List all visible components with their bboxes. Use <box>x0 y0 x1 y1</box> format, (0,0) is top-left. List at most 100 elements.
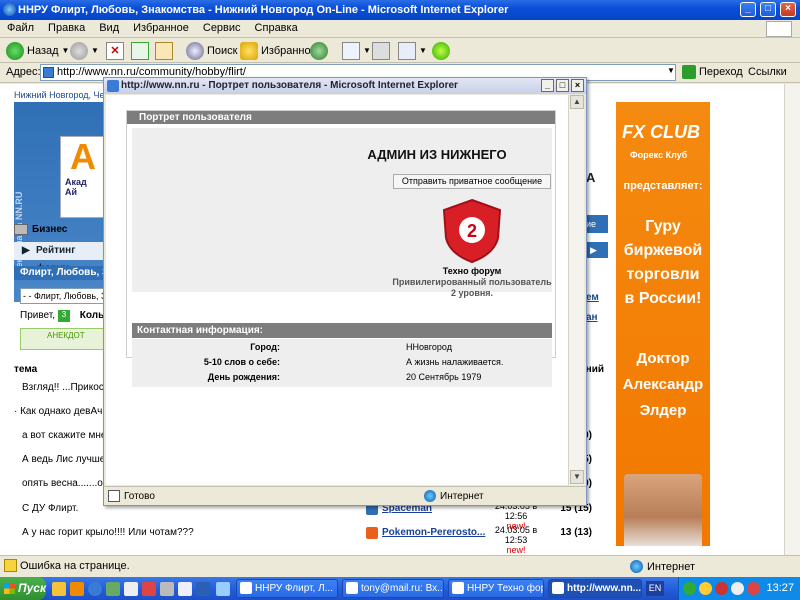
quicklaunch-ie-icon[interactable] <box>88 582 102 596</box>
popup-scrollbar[interactable]: ▲ ▼ <box>568 95 584 485</box>
fx-line-3: торговли <box>626 266 700 283</box>
quicklaunch-app-icon[interactable] <box>142 582 156 596</box>
back-button[interactable]: Назад ▼ <box>6 40 69 61</box>
site-location-link[interactable]: Нижний Новгород, Чет <box>14 90 108 100</box>
favorites-button[interactable]: Избранное <box>240 40 317 61</box>
quicklaunch-desktop-icon[interactable] <box>124 582 138 596</box>
portrait-photo <box>624 474 702 546</box>
ie-icon <box>3 3 16 16</box>
search-icon <box>186 41 204 60</box>
topic-title[interactable]: · Как однако девАч <box>14 406 102 417</box>
portrait-panel: Портрет пользователя АДМИН ИЗ НИЖНЕГО От… <box>126 110 556 387</box>
topic-title[interactable]: а вот скажите мне <box>22 430 106 441</box>
section-select[interactable]: - - Флирт, Любовь, З <box>20 288 104 304</box>
quicklaunch-word-icon[interactable] <box>196 582 210 596</box>
rank-shield-icon: 2 <box>442 198 502 264</box>
chevron-down-icon[interactable]: ▼ <box>419 46 427 55</box>
tray-antivirus-icon[interactable] <box>715 582 728 595</box>
messenger-button[interactable] <box>432 40 450 61</box>
warning-icon[interactable] <box>4 559 17 572</box>
home-button[interactable] <box>155 40 173 61</box>
mail-button[interactable]: ▼ <box>342 40 371 61</box>
task-button[interactable]: tony@mail.ru: Вх... <box>342 579 444 598</box>
popup-close-button[interactable]: × <box>571 79 584 92</box>
tray-volume-icon[interactable] <box>731 582 744 595</box>
topic-title[interactable]: А у нас горит крыло!!!! Или чотам??? <box>22 527 194 538</box>
start-button[interactable]: Пуск <box>0 577 46 600</box>
academy-text-1: Акад <box>65 177 87 187</box>
links-button[interactable]: Ссылки <box>748 66 787 78</box>
forward-button[interactable]: ▼ <box>70 40 99 61</box>
task-button-active[interactable]: http://www.nn.... <box>548 579 642 598</box>
right-tab[interactable]: ие <box>586 215 608 233</box>
security-zone: Интернет <box>630 560 695 573</box>
topic-title[interactable]: С ДУ Флирт. <box>22 503 78 514</box>
status-text: Ошибка на странице. <box>20 560 130 572</box>
menu-view[interactable]: Вид <box>92 20 126 36</box>
right-link-2[interactable]: ан <box>586 312 598 323</box>
menu-file[interactable]: Файл <box>0 20 41 36</box>
stop-button[interactable]: ✕ <box>106 40 124 61</box>
shield-icon: 3 <box>58 310 70 322</box>
scroll-up-icon[interactable]: ▲ <box>570 95 584 109</box>
academy-text-2: Ай <box>65 187 78 197</box>
contact-row-birthday: День рождения: 20 Сентябрь 1979 <box>132 370 552 385</box>
fx-club-banner[interactable]: FX CLUB Форекс Клуб представляет: Гуру б… <box>616 102 710 546</box>
refresh-icon <box>131 41 149 60</box>
fx-club-logo: FX CLUB <box>622 122 700 142</box>
right-link-1[interactable]: ем <box>586 292 599 303</box>
tray-network-icon[interactable] <box>683 582 696 595</box>
quicklaunch-media-icon[interactable] <box>106 582 120 596</box>
menu-help[interactable]: Справка <box>248 20 305 36</box>
chevron-down-icon[interactable]: ▼ <box>62 46 70 55</box>
address-dropdown-icon[interactable]: ▼ <box>667 66 675 75</box>
table-row[interactable]: А у нас горит крыло!!!! Или чотам??? Pok… <box>14 525 604 555</box>
menu-favorites[interactable]: Избранное <box>126 20 196 36</box>
topic-title[interactable]: опять весна.......оп <box>22 478 108 489</box>
topic-author[interactable]: Pokemon-Pererosto... <box>382 527 485 538</box>
history-button[interactable] <box>310 40 328 61</box>
tray-app2-icon[interactable] <box>747 582 760 595</box>
language-indicator[interactable]: EN <box>646 581 664 596</box>
fx-line-1: Гуру <box>645 218 681 235</box>
tab-business[interactable]: Бизнес <box>14 221 104 237</box>
window-title-bar: ННРУ Флирт, Любовь, Знакомства - Нижний … <box>0 0 800 20</box>
topic-title[interactable]: А ведь Лис лучше в <box>22 454 113 465</box>
quicklaunch-firefox-icon[interactable] <box>70 582 84 596</box>
maximize-button[interactable]: □ <box>760 2 776 17</box>
popup-maximize-button[interactable]: □ <box>556 79 569 92</box>
topic-title[interactable]: Взгляд!! ...Прикос <box>22 382 104 393</box>
right-tab-arrow[interactable]: ▶ <box>586 242 608 258</box>
go-button[interactable]: Переход <box>682 65 743 79</box>
greeting-text: Привет, <box>20 310 56 321</box>
quicklaunch-app2-icon[interactable] <box>160 582 174 596</box>
popup-minimize-button[interactable]: _ <box>541 79 554 92</box>
print-button[interactable] <box>372 40 390 61</box>
quicklaunch-folder-icon[interactable] <box>52 582 66 596</box>
scroll-down-icon[interactable]: ▼ <box>570 470 584 484</box>
task-button[interactable]: ННРУ Техно фор... <box>448 579 544 598</box>
chevron-down-icon[interactable]: ▼ <box>91 46 99 55</box>
send-private-message-button[interactable]: Отправить приватное сообщение <box>393 174 551 189</box>
forum-rating-bar[interactable]: ▶ Рейтинг форум <box>14 242 104 274</box>
anekdot-banner[interactable]: АНЕКДОТ <box>20 328 104 350</box>
close-button[interactable]: × <box>780 2 796 17</box>
minimize-button[interactable]: _ <box>740 2 756 17</box>
page-scrollbar[interactable] <box>784 84 800 555</box>
quicklaunch-app3-icon[interactable] <box>178 582 192 596</box>
contact-info: Город: ННовгород 5-10 слов о себе: А жиз… <box>132 339 552 387</box>
menu-tools[interactable]: Сервис <box>196 20 248 36</box>
quicklaunch-app4-icon[interactable] <box>216 582 230 596</box>
fx-presents: представляет: <box>623 180 703 192</box>
academy-banner[interactable]: A Акад Ай <box>60 136 106 218</box>
refresh-button[interactable] <box>131 40 149 61</box>
search-button[interactable]: Поиск <box>186 40 237 61</box>
popup-zone-label: Интернет <box>440 490 484 502</box>
table-row[interactable]: С ДУ Флирт. Spaceman 24.03.05 в 12:56 new… <box>14 501 604 531</box>
tray-app-icon[interactable] <box>699 582 712 595</box>
task-button[interactable]: ННРУ Флирт, Л... <box>236 579 338 598</box>
menu-edit[interactable]: Правка <box>41 20 92 36</box>
chevron-down-icon[interactable]: ▼ <box>363 46 371 55</box>
edit-button[interactable]: ▼ <box>398 40 427 61</box>
play-icon: ▶ <box>22 245 30 256</box>
